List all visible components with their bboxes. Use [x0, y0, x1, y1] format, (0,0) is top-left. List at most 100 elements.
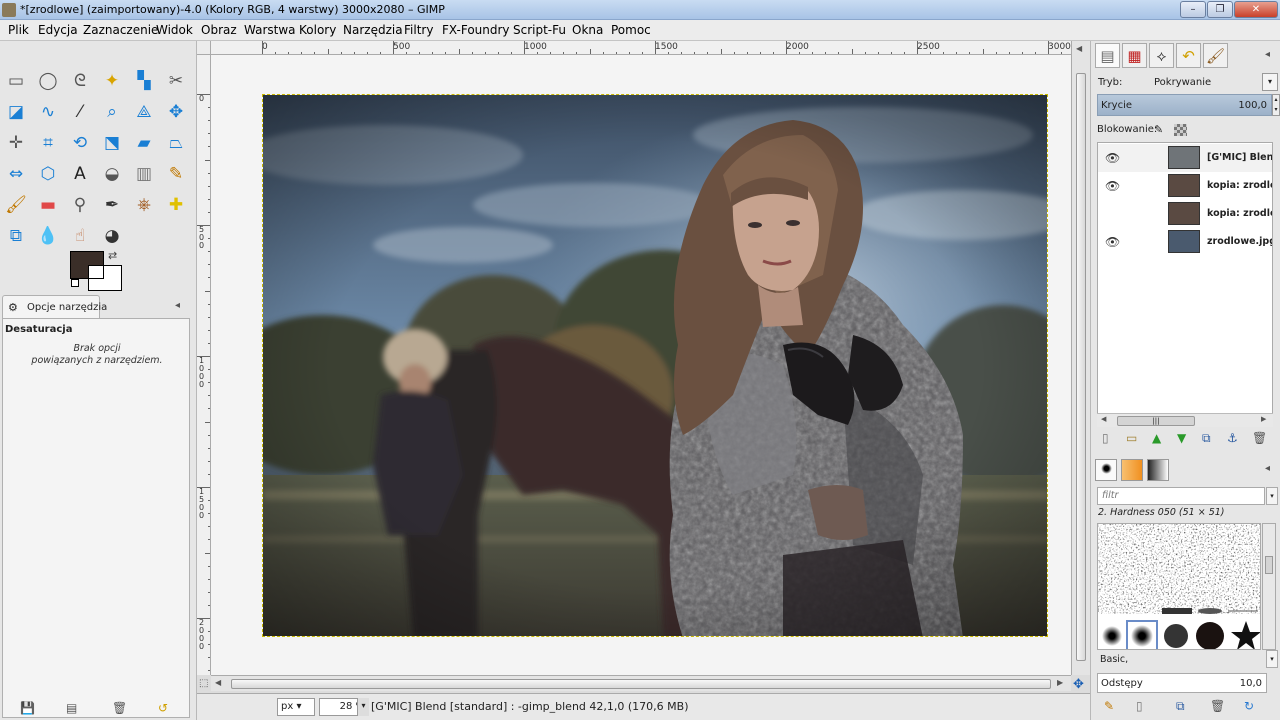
- save-options-icon[interactable]: 💾: [20, 701, 35, 715]
- layer-mode-row[interactable]: Tryb: Pokrywanie ▾: [1096, 73, 1278, 93]
- menu-kolory[interactable]: Kolory: [299, 23, 336, 37]
- spacing-slider[interactable]: Odstępy 10,0: [1097, 673, 1267, 693]
- panel-menu-icon[interactable]: ◂: [175, 300, 180, 311]
- tab-brushes[interactable]: 🖌: [1203, 43, 1228, 68]
- layer-row[interactable]: kopia: zrodlowe: [1098, 200, 1272, 228]
- delete-options-icon[interactable]: 🗑: [112, 701, 127, 715]
- vertical-ruler[interactable]: 0 5 0 0 1 0 0 0 1 5 0 0 2 0 0 0: [197, 55, 211, 675]
- tool-blend[interactable]: ▥: [131, 161, 157, 187]
- zoom-dropdown-icon[interactable]: ▾: [357, 698, 369, 716]
- tool-color-select[interactable]: ▚: [131, 68, 157, 94]
- quick-mask-icon[interactable]: ⬚: [199, 678, 208, 689]
- menu-filtry[interactable]: Filtry: [404, 23, 433, 37]
- menu-zaznaczenie[interactable]: Zaznaczenie: [83, 23, 158, 37]
- brush-cell[interactable]: [1102, 626, 1122, 646]
- horizontal-scroll-thumb[interactable]: [231, 679, 1051, 689]
- horizontal-ruler[interactable]: 0 500 1000 1500 2000 2500 3000: [211, 41, 1071, 55]
- tool-measure[interactable]: ⟁: [131, 99, 157, 125]
- tool-move[interactable]: ✥: [163, 99, 189, 125]
- layer-row[interactable]: 👁 zrodlowe.jpg: [1098, 228, 1272, 256]
- tool-heal[interactable]: ✚: [163, 192, 189, 218]
- duplicate-layer-icon[interactable]: ⧉: [1202, 431, 1211, 446]
- tool-zoom[interactable]: ⌕: [99, 99, 125, 125]
- tool-shear[interactable]: ▰: [131, 130, 157, 156]
- scroll-left-arrow[interactable]: ◀: [215, 678, 221, 687]
- tool-scissors[interactable]: ✂: [163, 68, 189, 94]
- menu-edycja[interactable]: Edycja: [38, 23, 78, 37]
- tool-crop[interactable]: ⌗: [35, 130, 61, 156]
- mode-dropdown-icon[interactable]: ▾: [1262, 73, 1278, 91]
- scroll-up-arrow[interactable]: ◀: [1076, 44, 1082, 53]
- image-photo[interactable]: [262, 94, 1048, 637]
- vertical-scroll-thumb[interactable]: [1076, 73, 1086, 661]
- tool-foreground-select[interactable]: ◪: [3, 99, 29, 125]
- restore-button[interactable]: ❐: [1207, 1, 1233, 18]
- tool-bucket-fill[interactable]: ◒: [99, 161, 125, 187]
- refresh-brushes-icon[interactable]: ↻: [1244, 699, 1254, 713]
- close-button[interactable]: ✕: [1234, 1, 1278, 18]
- new-layer-icon[interactable]: ▯: [1102, 431, 1109, 445]
- lock-pixels-icon[interactable]: ✎: [1154, 123, 1163, 136]
- tool-dodge-burn[interactable]: ◕: [99, 223, 125, 249]
- delete-layer-icon[interactable]: 🗑: [1252, 431, 1267, 445]
- tab-gradients[interactable]: [1147, 459, 1169, 481]
- tab-tool-options[interactable]: ⚙ Opcje narzędzia: [2, 295, 107, 319]
- opacity-spin-button[interactable]: ▴ ▾: [1272, 94, 1280, 116]
- duplicate-brush-icon[interactable]: ⧉: [1176, 699, 1185, 714]
- tool-perspective-clone[interactable]: ⧉: [3, 223, 29, 249]
- visibility-eye-icon[interactable]: 👁: [1105, 179, 1120, 193]
- anchor-layer-icon[interactable]: ⚓: [1227, 431, 1238, 445]
- brush-dock-menu-icon[interactable]: ◂: [1265, 463, 1270, 474]
- scroll-right-arrow[interactable]: ▶: [1261, 415, 1266, 423]
- horizontal-scrollbar[interactable]: ◀ ▶: [211, 675, 1071, 691]
- tool-fuzzy-select[interactable]: ✦: [99, 68, 125, 94]
- tag-dropdown-icon[interactable]: ▾: [1266, 650, 1278, 668]
- raise-layer-icon[interactable]: ▲: [1152, 431, 1161, 445]
- restore-options-icon[interactable]: ▤: [66, 701, 77, 715]
- menu-okna[interactable]: Okna: [572, 23, 603, 37]
- tool-rect-select[interactable]: ▭: [3, 68, 29, 94]
- lower-layer-icon[interactable]: ▼: [1177, 431, 1186, 445]
- tab-channels[interactable]: ▦: [1122, 43, 1147, 68]
- tool-clone[interactable]: ⎈: [131, 192, 157, 218]
- tool-paintbrush[interactable]: 🖌: [3, 192, 29, 218]
- visibility-eye-icon[interactable]: 👁: [1105, 151, 1120, 165]
- scroll-left-arrow[interactable]: ◀: [1101, 415, 1106, 423]
- menu-widok[interactable]: Widok: [156, 23, 193, 37]
- menu-narzedzia[interactable]: Narzędzia: [343, 23, 403, 37]
- new-layer-group-icon[interactable]: ▭: [1126, 431, 1137, 445]
- menu-script-fu[interactable]: Script-Fu: [513, 23, 566, 37]
- tab-brushes-grid[interactable]: [1095, 459, 1117, 481]
- delete-brush-icon[interactable]: 🗑: [1210, 699, 1225, 713]
- layer-row[interactable]: 👁 kopia: zrodlowe: [1098, 172, 1272, 200]
- opacity-slider[interactable]: Krycie 100,0: [1097, 94, 1272, 116]
- tab-patterns[interactable]: [1121, 459, 1143, 481]
- menu-obraz[interactable]: Obraz: [201, 23, 237, 37]
- brush-cell[interactable]: [1231, 621, 1261, 650]
- brush-filter-input[interactable]: filtr: [1097, 487, 1265, 505]
- tool-text[interactable]: A: [67, 161, 93, 187]
- brush-cell[interactable]: [1162, 608, 1192, 614]
- tool-flip[interactable]: ⇔: [3, 161, 29, 187]
- brush-grid[interactable]: [1097, 523, 1261, 650]
- tool-blur[interactable]: 💧: [35, 223, 61, 249]
- tool-airbrush[interactable]: ⚲: [67, 192, 93, 218]
- tool-ellipse-select[interactable]: ◯: [35, 68, 61, 94]
- edit-brush-icon[interactable]: ✎: [1104, 699, 1114, 713]
- tool-free-select[interactable]: ᘓ: [67, 68, 93, 94]
- menu-fx-foundry[interactable]: FX-Foundry: [442, 23, 510, 37]
- ruler-corner[interactable]: [197, 41, 211, 55]
- brush-cell[interactable]: [1196, 622, 1224, 650]
- reset-colors-icon[interactable]: [71, 279, 79, 287]
- menu-pomoc[interactable]: Pomoc: [611, 23, 651, 37]
- filter-dropdown-icon[interactable]: ▾: [1266, 487, 1278, 505]
- tool-paths[interactable]: ∿: [35, 99, 61, 125]
- new-brush-icon[interactable]: ▯: [1136, 699, 1143, 713]
- menu-warstwa[interactable]: Warstwa: [244, 23, 296, 37]
- layers-horizontal-scrollbar[interactable]: ◀ ||| ▶: [1097, 413, 1273, 427]
- menu-plik[interactable]: Plik: [8, 23, 29, 37]
- visibility-eye-icon[interactable]: 👁: [1105, 235, 1120, 249]
- tool-align[interactable]: ✛: [3, 130, 29, 156]
- tool-eraser[interactable]: ▬: [35, 192, 61, 218]
- navigate-icon[interactable]: ✥: [1073, 677, 1084, 692]
